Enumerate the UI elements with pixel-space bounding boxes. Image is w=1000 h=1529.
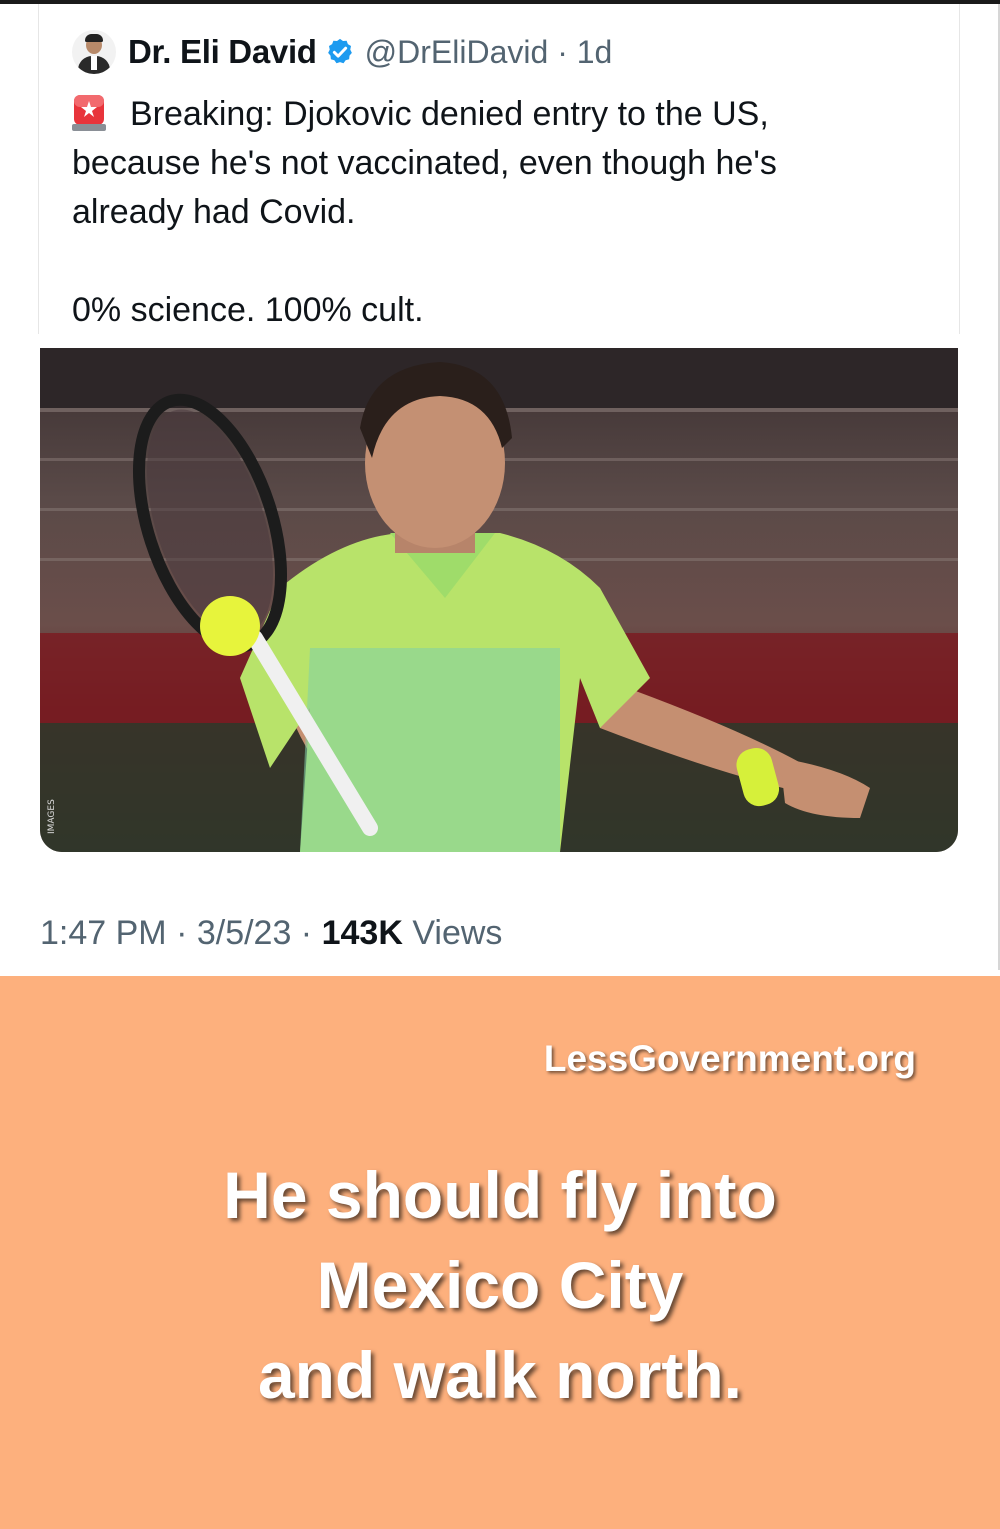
caption-line-3: and walk north.	[257, 1338, 743, 1412]
siren-emoji-icon	[72, 95, 106, 131]
image-watermark: IMAGES	[47, 799, 57, 834]
promo-caption: He should fly into Mexico City and walk …	[0, 1150, 1000, 1420]
tweet-meta: 1:47 PM · 3/5/23 · 143K Views	[40, 914, 502, 953]
tweet-line-4: 0% science. 100% cult.	[72, 291, 424, 329]
views-label: Views	[402, 914, 503, 952]
caption-line-1: He should fly into	[223, 1158, 777, 1232]
tweet-header: Dr. Eli David @DrEliDavid · 1d	[72, 30, 612, 74]
promo-panel: LessGovernment.org He should fly into Me…	[0, 976, 1000, 1529]
caption-line-2: Mexico City	[316, 1248, 684, 1322]
views-count: 143K	[321, 914, 403, 952]
tweet-line-1: Breaking: Djokovic denied entry to the U…	[130, 95, 769, 133]
tweet-timestamp[interactable]: 1:47 PM · 3/5/23 ·	[40, 914, 322, 952]
avatar[interactable]	[72, 30, 116, 74]
tweet-card[interactable]: Dr. Eli David @DrEliDavid · 1d Breaking:…	[0, 4, 1000, 970]
verified-badge-icon	[327, 38, 352, 64]
author-handle[interactable]: @DrEliDavid · 1d	[365, 34, 613, 71]
site-name: LessGovernment.org	[543, 1038, 916, 1079]
tweet-image[interactable]: IMAGES	[40, 348, 958, 852]
tweet-line-3: already had Covid.	[72, 193, 356, 231]
tweet-line-2: because he's not vaccinated, even though…	[72, 144, 777, 182]
author-name[interactable]: Dr. Eli David	[128, 33, 317, 71]
tweet-text: Breaking: Djokovic denied entry to the U…	[72, 90, 932, 335]
